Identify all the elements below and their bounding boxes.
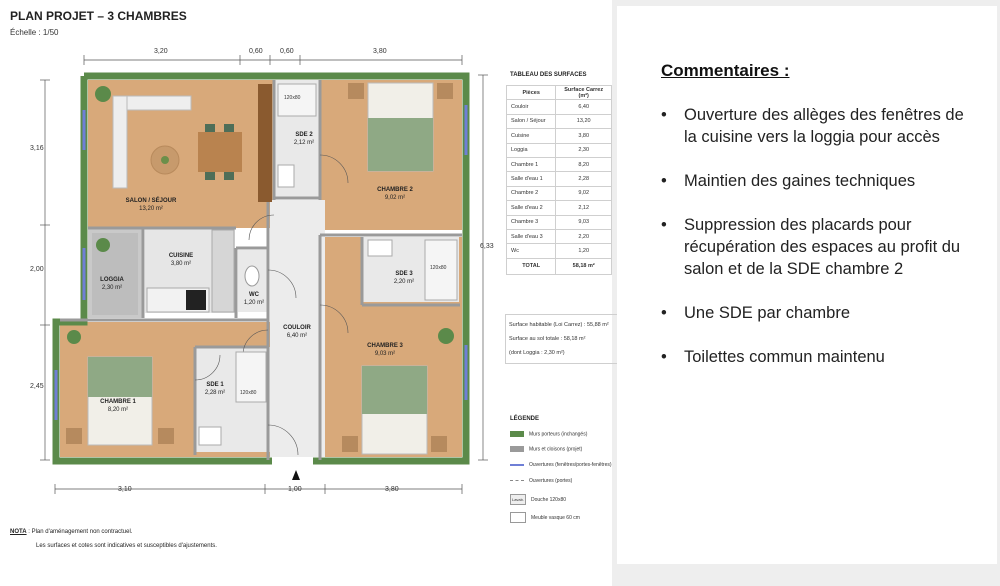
- shower-label-sde1: 120x80: [240, 390, 257, 396]
- floor-plan-sheet: PLAN PROJET – 3 CHAMBRES Échelle : 1/50: [0, 0, 621, 586]
- comments-title: Commentaires :: [661, 61, 790, 80]
- table-row: Chambre 3 9,03: [505, 214, 612, 230]
- comments-panel: Commentaires : Ouverture des allèges des…: [617, 6, 997, 564]
- room-couloir: COULOIR 6,40 m²: [283, 325, 311, 339]
- summary-line: Surface au sol totale : 58,18 m²: [509, 336, 586, 342]
- legend-item: Murs et cloisons (projet): [510, 446, 582, 452]
- note-disclaimer: Les surfaces et cotes sont indicatives e…: [36, 543, 217, 549]
- legend-swatch-windows: [510, 463, 524, 466]
- table-row: Loggia 2,30: [505, 142, 612, 158]
- room-chambre2: CHAMBRE 2 9,02 m²: [377, 187, 413, 201]
- comment-item: Suppression des placards pour récupérati…: [661, 214, 981, 280]
- legend-swatch-doors: [510, 480, 524, 482]
- summary-line: Surface habitable (Loi Carrez) : 55,88 m…: [509, 322, 609, 328]
- surfaces-header-area: Surface Carrez (m²): [555, 84, 612, 101]
- room-chambre3: CHAMBRE 3 9,03 m²: [367, 343, 403, 357]
- room-sde1: SDE 1 2,28 m²: [204, 382, 226, 396]
- dim-bottom-1: 3,10: [118, 486, 132, 493]
- room-sde2: SDE 2 2,12 m²: [293, 132, 315, 146]
- summary-line: (dont Loggia : 2,30 m²): [509, 350, 565, 356]
- table-row: Salle d'eau 3 2,20: [505, 228, 612, 245]
- comment-item: Une SDE par chambre: [661, 302, 981, 324]
- surface-summary: Surface habitable (Loi Carrez) : 55,88 m…: [505, 314, 621, 364]
- table-row: Salle d'eau 1 2,28: [505, 171, 612, 187]
- comment-item: Toilettes commun maintenu: [661, 346, 981, 368]
- table-row: Wc 1,20: [505, 243, 612, 259]
- surfaces-table: Pièces Surface Carrez (m²) Couloir 6,40 Sa…: [505, 84, 612, 275]
- shower-label-sde2: 120x80: [284, 95, 301, 101]
- dim-top-1: 3,20: [154, 48, 168, 55]
- dim-bottom-2: 1,00: [288, 486, 302, 493]
- dim-left-3: 2,45: [30, 383, 44, 390]
- surfaces-header-room: Pièces: [505, 84, 557, 101]
- table-row: Chambre 2 9,02: [505, 185, 612, 202]
- comment-item: Maintien des gaines techniques: [661, 170, 981, 192]
- dim-top-2: 0,60: [249, 48, 263, 55]
- dim-bottom-3: 3,80: [385, 486, 399, 493]
- comment-item: Ouverture des allèges des fenêtres de la…: [661, 104, 981, 148]
- legend-item: Ouvertures (fenêtres/portes-fenêtres): [510, 462, 612, 468]
- legend-item: Meuble vasque 60 cm: [510, 512, 580, 523]
- table-row: Chambre 1 8,20: [505, 156, 612, 173]
- dim-left-2: 2,00: [30, 266, 44, 273]
- room-cuisine: CUISINE 3,80 m²: [168, 253, 194, 267]
- table-row: Salle d'eau 2 2,12: [505, 200, 612, 216]
- room-wc: WC 1,20 m²: [243, 292, 265, 306]
- legend-item: Lavab. Douche 120x80: [510, 494, 566, 505]
- room-loggia: LOGGIA 2,30 m²: [100, 277, 124, 291]
- note: NOTA : Plan d'aménagement non contractue…: [10, 529, 133, 535]
- dim-top-3: 0,60: [280, 48, 294, 55]
- dim-top-4: 3,80: [373, 48, 387, 55]
- legend-item: Murs porteurs (inchangés): [510, 431, 587, 437]
- dim-right: 6,33: [480, 243, 494, 250]
- legend-swatch-partitions: [510, 446, 524, 452]
- legend-title: LÉGENDE: [510, 416, 540, 422]
- table-row: Salon / Séjour 13,20: [505, 113, 612, 130]
- table-total-row: TOTAL 58,18 m²: [505, 257, 612, 275]
- room-chambre1: CHAMBRE 1 8,20 m²: [100, 399, 136, 413]
- table-row: Couloir 6,40: [505, 99, 612, 115]
- comments-list: Ouverture des allèges des fenêtres de la…: [661, 104, 981, 390]
- legend-item: Ouvertures (portes): [510, 478, 572, 484]
- table-row: Cuisine 3,80: [505, 128, 612, 144]
- room-sde3: SDE 3 2,20 m²: [393, 271, 415, 285]
- legend-swatch-walls: [510, 431, 524, 437]
- shower-label-sde3: 120x80: [430, 265, 447, 271]
- surfaces-title: TABLEAU DES SURFACES: [510, 72, 587, 78]
- legend-shower-icon: Lavab.: [510, 494, 526, 505]
- legend-basin-icon: [510, 512, 526, 523]
- room-salon: SALON / SÉJOUR 13,20 m²: [125, 198, 177, 212]
- dim-left-1: 3,16: [30, 145, 44, 152]
